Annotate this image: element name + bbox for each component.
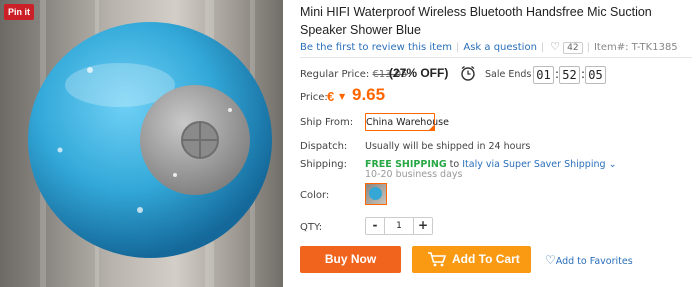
color-label: Color: (300, 190, 330, 201)
shipping-method-text: Italy via Super Saver Shipping (462, 159, 606, 170)
pinterest-pin-button[interactable]: Pin it (4, 4, 34, 20)
qty-input[interactable]: 1 (385, 218, 413, 234)
add-to-favorites-label: Add to Favorites (555, 256, 633, 267)
dispatch-label: Dispatch: (300, 141, 348, 152)
cart-icon (428, 252, 447, 267)
add-to-favorites-link[interactable]: ♡Add to Favorites (545, 253, 633, 267)
discount-badge: (27% OFF) (389, 66, 449, 80)
shipping-method-dropdown[interactable]: Italy via Super Saver Shipping ⌄ (462, 159, 616, 170)
price-label: Price: (300, 92, 328, 103)
dispatch-value: Usually will be shipped in 24 hours (365, 141, 531, 152)
divider (300, 57, 692, 58)
business-days: 10-20 business days (365, 169, 463, 180)
item-number: Item#: T-TK1385 (593, 42, 678, 53)
selected-corner-icon (428, 124, 435, 131)
ship-from-value: China Warehouse (366, 117, 449, 128)
countdown-minutes: 52 (559, 66, 580, 84)
countdown-hours: 01 (533, 66, 554, 84)
quantity-stepper: - 1 + (365, 217, 433, 235)
product-meta-row: Be the first to review this item | Ask a q… (300, 40, 678, 54)
sale-price: 9.65 (352, 85, 386, 104)
currency-selector[interactable]: € (327, 89, 334, 104)
regular-price-label: Regular Price: (300, 69, 370, 80)
heart-icon[interactable]: ♡ (550, 40, 560, 53)
review-link[interactable]: Be the first to review this item (300, 42, 452, 53)
ship-from-label: Ship From: (300, 117, 354, 128)
product-image[interactable]: Pin it (0, 0, 283, 287)
qty-label: QTY: (300, 222, 323, 233)
buy-now-button[interactable]: Buy Now (300, 246, 401, 273)
ship-from-option[interactable]: China Warehouse (365, 113, 449, 131)
product-title: Mini HIFI Waterproof Wireless Bluetooth … (300, 5, 652, 37)
qty-plus-button[interactable]: + (413, 218, 432, 234)
add-to-cart-label: Add To Cart (452, 252, 520, 266)
alarm-clock-icon (461, 65, 475, 81)
chevron-down-icon[interactable]: ▼ (339, 92, 345, 101)
shipping-label: Shipping: (300, 159, 347, 170)
heart-icon: ♡ (545, 253, 556, 267)
color-swatch-blue[interactable] (365, 183, 387, 205)
chevron-down-icon: ⌄ (608, 159, 617, 170)
speaker-illustration (28, 22, 272, 258)
countdown-seconds: 05 (585, 66, 606, 84)
likes-count: 42 (563, 42, 583, 54)
qty-minus-button[interactable]: - (366, 218, 385, 234)
add-to-cart-button[interactable]: Add To Cart (412, 246, 531, 273)
ask-question-link[interactable]: Ask a question (463, 42, 537, 53)
